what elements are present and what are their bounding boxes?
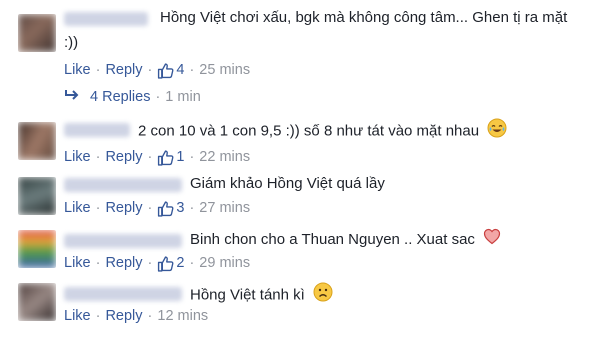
comment-author[interactable]: [64, 287, 182, 301]
timestamp[interactable]: 22 mins: [199, 147, 250, 167]
comment-text: Binh chon cho a Thuan Nguyen .. Xuat sac: [190, 228, 501, 252]
thumbs-up-icon: [158, 255, 174, 272]
thumbs-up-icon: [158, 62, 174, 79]
comment-author[interactable]: [64, 234, 182, 248]
separator: ·: [189, 255, 195, 271]
reply-link[interactable]: Reply: [105, 198, 142, 218]
heart-emoji: [483, 228, 501, 252]
comment-text: Hồng Việt tánh kì: [190, 282, 333, 309]
separator: ·: [147, 255, 153, 271]
like-link[interactable]: Like: [64, 147, 91, 167]
timestamp[interactable]: 12 mins: [157, 306, 208, 326]
comment-actions: Like · Reply · 2 · 29 mins: [64, 253, 250, 273]
comment-actions: Like · Reply · 3 · 27 mins: [64, 198, 250, 218]
replies-timestamp: 1 min: [165, 89, 201, 105]
comment-actions: Like · Reply · 12 mins: [64, 306, 208, 326]
comment-text: Hồng Việt chơi xấu, bgk mà không công tâ…: [160, 9, 568, 26]
like-count[interactable]: 3: [157, 198, 184, 218]
reply-link[interactable]: Reply: [105, 60, 142, 80]
separator: ·: [147, 62, 153, 78]
like-count-value: 3: [176, 200, 185, 216]
thumbs-up-icon: [158, 200, 174, 217]
comment-actions: Like · Reply · 4 · 25 mins: [64, 60, 250, 80]
separator: ·: [189, 62, 195, 78]
timestamp[interactable]: 25 mins: [199, 60, 250, 80]
separator: ·: [95, 308, 101, 324]
separator: ·: [147, 149, 153, 165]
view-replies-link[interactable]: 4 Replies · 1 min: [64, 87, 201, 107]
comment-actions: Like · Reply · 1 · 22 mins: [64, 147, 250, 167]
reply-link[interactable]: Reply: [105, 306, 142, 326]
separator: ·: [95, 255, 101, 271]
avatar[interactable]: [18, 122, 56, 160]
separator: ·: [147, 308, 153, 324]
timestamp[interactable]: 29 mins: [199, 253, 250, 273]
separator: ·: [95, 149, 101, 165]
like-count[interactable]: 2: [157, 253, 184, 273]
avatar[interactable]: [18, 14, 56, 52]
sad-face-emoji: [313, 282, 333, 309]
replies-count[interactable]: 4 Replies: [90, 87, 150, 107]
separator: ·: [95, 62, 101, 78]
reply-link[interactable]: Reply: [105, 147, 142, 167]
like-link[interactable]: Like: [64, 60, 91, 80]
comment-author[interactable]: [64, 178, 182, 192]
avatar[interactable]: [18, 177, 56, 215]
separator: ·: [147, 200, 153, 216]
like-link[interactable]: Like: [64, 253, 91, 273]
comment-author[interactable]: [64, 12, 148, 26]
avatar[interactable]: [18, 283, 56, 321]
like-count[interactable]: 4: [157, 60, 184, 80]
comment-text: Giám khảo Hồng Việt quá lầy: [190, 175, 385, 192]
comment-text-content: 2 con 10 và 1 con 9,5 :)) số 8 như tát v…: [138, 122, 480, 140]
crying-laughing-emoji: [487, 118, 507, 145]
timestamp[interactable]: 27 mins: [199, 198, 250, 218]
like-link[interactable]: Like: [64, 306, 91, 326]
comment-text-line2: :)): [64, 34, 79, 51]
like-count-value: 1: [176, 149, 185, 165]
comment-text-content: Binh chon cho a Thuan Nguyen .. Xuat sac: [190, 230, 475, 248]
separator: ·: [95, 200, 101, 216]
reply-link[interactable]: Reply: [105, 253, 142, 273]
separator: ·: [189, 149, 195, 165]
comment-author[interactable]: [64, 123, 130, 137]
thumbs-up-icon: [158, 149, 174, 166]
avatar[interactable]: [18, 230, 56, 268]
separator: ·: [155, 89, 161, 105]
like-count-value: 4: [176, 62, 185, 78]
reply-arrow-icon: [64, 87, 80, 107]
comment-text: 2 con 10 và 1 con 9,5 :)) số 8 như tát v…: [138, 118, 507, 145]
like-link[interactable]: Like: [64, 198, 91, 218]
like-count-value: 2: [176, 255, 185, 271]
like-count[interactable]: 1: [157, 147, 184, 167]
separator: ·: [189, 200, 195, 216]
comment-text-content: Hồng Việt tánh kì: [190, 286, 305, 304]
